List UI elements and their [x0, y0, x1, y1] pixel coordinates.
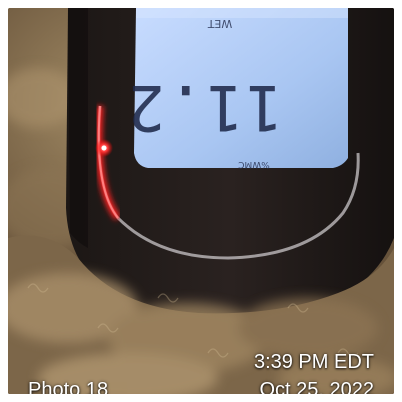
lcd-top-text: WET — [207, 17, 233, 30]
photo-time: 3:39 PM EDT — [253, 351, 374, 373]
photo-label: Photo 18 — [28, 379, 109, 394]
photo-frame: WET 11.2 %WMC Photo 18 3:39 PM EDT Oct 2… — [8, 8, 394, 394]
lcd-reading: 11.2 — [125, 71, 283, 144]
lcd-unit-text: %WMC — [238, 159, 270, 169]
photo-date: Oct 25, 2022 — [259, 379, 374, 394]
photo-image — [8, 8, 394, 394]
